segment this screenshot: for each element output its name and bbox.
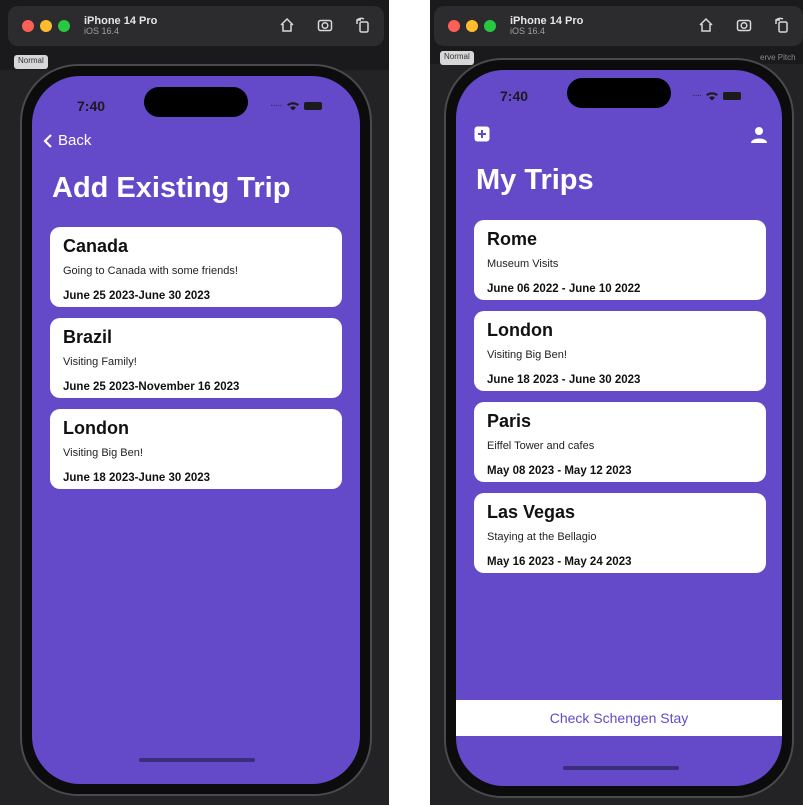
trip-dates: June 06 2022 - June 10 2022 <box>487 283 641 295</box>
window-controls <box>448 20 496 32</box>
simulator-titlebar: iPhone 14 Pro iOS 16.4 <box>8 6 384 46</box>
window-controls <box>22 20 70 32</box>
minimize-window-button[interactable] <box>466 20 478 32</box>
app-screen-my-trips: 7:40 ···· My Trips Rome Museum Visits Ju… <box>456 70 782 786</box>
simulator-titlebar: iPhone 14 Pro iOS 16.4 <box>434 6 803 46</box>
trip-description: Visiting Big Ben! <box>63 447 143 459</box>
rotate-icon[interactable] <box>773 16 791 34</box>
zoom-window-button[interactable] <box>484 20 496 32</box>
signal-icon: ····· <box>270 100 283 111</box>
back-label: Back <box>58 132 92 149</box>
status-time: 7:40 <box>500 88 529 104</box>
back-button[interactable]: Back <box>42 132 91 149</box>
scale-chip: Normal <box>14 55 48 69</box>
trip-dates: June 18 2023 - June 30 2023 <box>487 374 641 386</box>
wifi-icon <box>286 101 299 110</box>
trip-description: Staying at the Bellagio <box>487 531 597 543</box>
iphone-frame: 7:40 ···· My Trips Rome Museum Visits Ju… <box>444 58 794 798</box>
titlebar-actions <box>697 16 791 34</box>
zoom-window-button[interactable] <box>58 20 70 32</box>
status-icons: ····· <box>270 100 322 111</box>
trip-card[interactable]: Canada Going to Canada with some friends… <box>50 227 342 307</box>
app-screen-add-existing-trip: 7:40 ····· Back Add Existing Trip Canada… <box>32 76 360 784</box>
trip-dates: May 08 2023 - May 12 2023 <box>487 465 632 477</box>
home-indicator[interactable] <box>139 758 255 762</box>
signal-icon: ···· <box>692 90 702 101</box>
rotate-icon[interactable] <box>354 16 372 34</box>
person-icon[interactable] <box>750 126 768 144</box>
simulator-window-left: iPhone 14 Pro iOS 16.4 Normal 7:40 ····· <box>0 0 389 805</box>
simulator-window-right: iPhone 14 Pro iOS 16.4 Normal erve Pitch… <box>430 0 803 805</box>
trip-card[interactable]: Paris Eiffel Tower and cafes May 08 2023… <box>474 402 766 482</box>
simulator-title: iPhone 14 Pro iOS 16.4 <box>510 15 583 37</box>
titlebar-actions <box>278 16 372 34</box>
trip-card[interactable]: London Visiting Big Ben! June 18 2023-Ju… <box>50 409 342 489</box>
trip-name: Canada <box>63 236 129 256</box>
trip-description: Visiting Family! <box>63 356 137 368</box>
trip-dates: May 16 2023 - May 24 2023 <box>487 556 632 568</box>
page-title: Add Existing Trip <box>52 172 291 204</box>
status-icons: ···· <box>692 90 742 101</box>
minimize-window-button[interactable] <box>40 20 52 32</box>
status-bar: 7:40 ···· <box>456 70 782 120</box>
trip-description: Eiffel Tower and cafes <box>487 440 595 452</box>
background-window-text: erve Pitch <box>760 53 796 62</box>
page-title: My Trips <box>476 164 594 196</box>
trip-description: Museum Visits <box>487 258 559 270</box>
screenshot-icon[interactable] <box>316 16 334 34</box>
status-time: 7:40 <box>77 98 106 114</box>
home-indicator[interactable] <box>563 766 679 770</box>
trip-name: Las Vegas <box>487 502 576 522</box>
trip-name: Brazil <box>63 327 113 347</box>
status-bar: 7:40 ····· <box>32 76 360 126</box>
back-chevron-icon <box>43 133 52 148</box>
dynamic-island <box>144 87 248 117</box>
battery-icon <box>303 101 322 110</box>
dynamic-island <box>567 78 671 108</box>
simulator-title: iPhone 14 Pro iOS 16.4 <box>84 15 157 37</box>
wifi-icon <box>706 91 719 100</box>
check-schengen-stay-button[interactable]: Check Schengen Stay <box>456 700 782 736</box>
trip-dates: June 25 2023-November 16 2023 <box>63 381 240 393</box>
trip-card[interactable]: London Visiting Big Ben! June 18 2023 - … <box>474 311 766 391</box>
trip-card[interactable]: Brazil Visiting Family! June 25 2023-Nov… <box>50 318 342 398</box>
trip-name: Paris <box>487 411 532 431</box>
home-icon[interactable] <box>278 16 296 34</box>
add-square-icon[interactable] <box>474 126 490 142</box>
scale-chip: Normal <box>440 51 474 65</box>
trip-description: Visiting Big Ben! <box>487 349 567 361</box>
trip-name: London <box>63 418 129 438</box>
trip-card[interactable]: Las Vegas Staying at the Bellagio May 16… <box>474 493 766 573</box>
screenshot-icon[interactable] <box>735 16 753 34</box>
trip-dates: June 18 2023-June 30 2023 <box>63 472 211 484</box>
trip-name: London <box>487 320 553 340</box>
battery-icon <box>723 91 742 100</box>
trip-card[interactable]: Rome Museum Visits June 06 2022 - June 1… <box>474 220 766 300</box>
close-window-button[interactable] <box>22 20 34 32</box>
close-window-button[interactable] <box>448 20 460 32</box>
trip-name: Rome <box>487 229 538 249</box>
trip-dates: June 25 2023-June 30 2023 <box>63 290 211 302</box>
os-version: iOS 16.4 <box>84 26 120 37</box>
trip-description: Going to Canada with some friends! <box>63 265 238 277</box>
os-version: iOS 16.4 <box>510 26 546 37</box>
iphone-frame: 7:40 ····· Back Add Existing Trip Canada… <box>20 64 372 796</box>
home-icon[interactable] <box>697 16 715 34</box>
